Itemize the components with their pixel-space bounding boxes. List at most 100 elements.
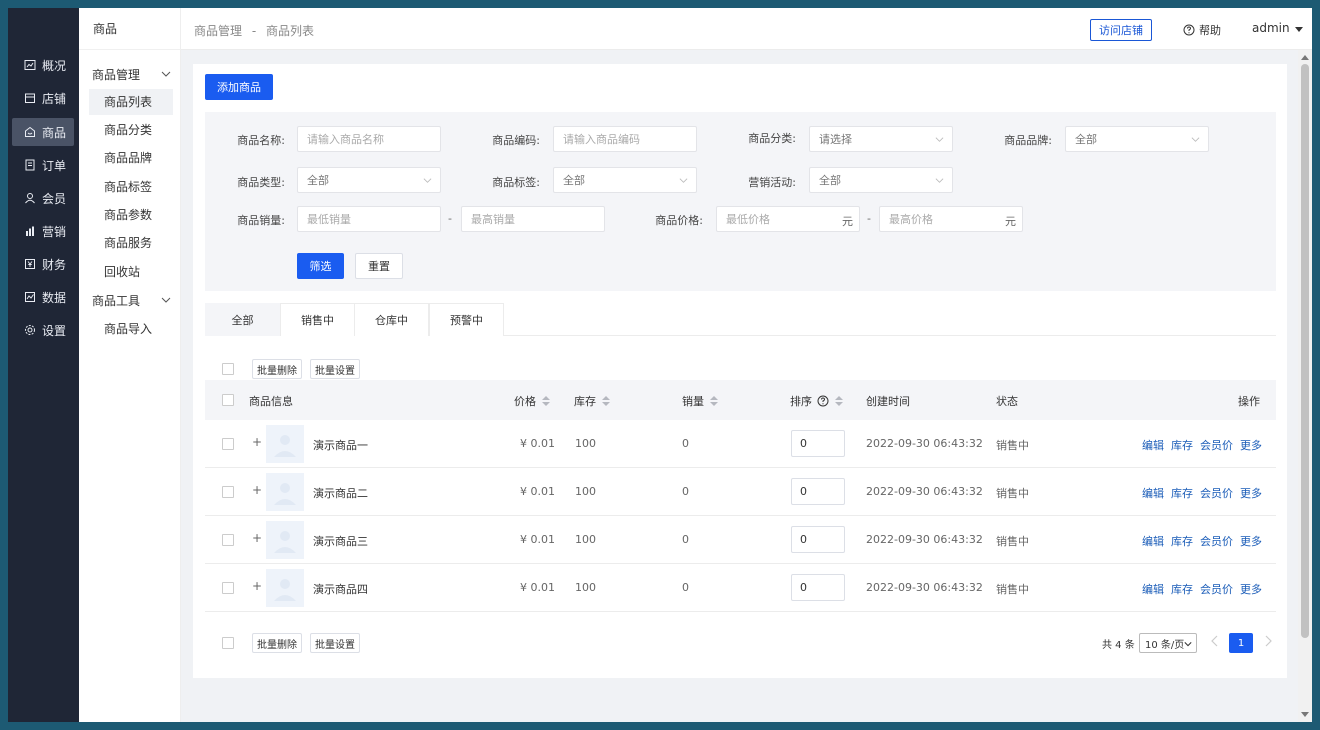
sidebar-item-recycle-bin[interactable]: 回收站 — [89, 259, 173, 285]
batch-settings-button-bottom[interactable]: 批量设置 — [310, 633, 360, 653]
batch-delete-button-bottom[interactable]: 批量删除 — [252, 633, 302, 653]
sort-icon — [710, 396, 718, 406]
nav-item-store[interactable]: 店铺 — [12, 84, 74, 112]
goods-tag-select[interactable]: 全部 — [553, 167, 697, 193]
goods-code-input[interactable]: 请输入商品编码 — [553, 126, 697, 152]
promo-select[interactable]: 全部 — [809, 167, 953, 193]
goods-name[interactable]: 演示商品一 — [313, 437, 368, 453]
expand-icon[interactable]: + — [252, 531, 262, 545]
price-min-input[interactable]: 最低价格 元 — [716, 206, 860, 232]
col-price[interactable]: 价格 — [514, 393, 550, 409]
stock-link[interactable]: 库存 — [1171, 533, 1193, 549]
scroll-down-arrow-icon[interactable] — [1301, 712, 1309, 717]
nav-item-overview[interactable]: 概况 — [12, 51, 74, 79]
nav-item-order[interactable]: 订单 — [12, 151, 74, 179]
sidebar-item-goods-param[interactable]: 商品参数 — [89, 202, 173, 228]
expand-icon[interactable]: + — [252, 435, 262, 449]
select-value: 全部 — [563, 174, 585, 187]
prev-page-button[interactable] — [1210, 635, 1222, 649]
sort-input[interactable]: 0 — [791, 478, 845, 505]
tab-on-sale[interactable]: 销售中 — [280, 303, 355, 336]
page-number-button[interactable]: 1 — [1229, 633, 1253, 653]
goods-name[interactable]: 演示商品四 — [313, 581, 368, 597]
goods-name[interactable]: 演示商品二 — [313, 485, 368, 501]
next-page-button[interactable] — [1263, 635, 1275, 649]
goods-name[interactable]: 演示商品三 — [313, 533, 368, 549]
sidebar-group-goods-tools[interactable]: 商品工具 — [79, 287, 181, 313]
col-stock[interactable]: 库存 — [574, 393, 610, 409]
caret-down-icon — [1294, 26, 1303, 32]
tab-all[interactable]: 全部 — [205, 303, 280, 336]
sidebar-item-goods-list[interactable]: 商品列表 — [89, 89, 173, 115]
goods-category-select[interactable]: 请选择 — [809, 126, 953, 152]
more-link[interactable]: 更多 — [1240, 533, 1262, 549]
sidebar-group-goods-management[interactable]: 商品管理 — [79, 61, 181, 87]
row-checkbox[interactable] — [222, 486, 234, 498]
nav-item-member[interactable]: 会员 — [12, 184, 74, 212]
expand-icon[interactable]: + — [252, 579, 262, 593]
batch-delete-button[interactable]: 批量删除 — [252, 359, 302, 379]
more-link[interactable]: 更多 — [1240, 581, 1262, 597]
row-checkbox[interactable] — [222, 438, 234, 450]
breadcrumb-item[interactable]: 商品管理 — [194, 24, 242, 38]
help-link[interactable]: 帮助 — [1183, 22, 1221, 38]
member-price-link[interactable]: 会员价 — [1200, 581, 1233, 597]
nav-item-finance[interactable]: 财务 — [12, 250, 74, 278]
select-all-checkbox[interactable] — [222, 363, 234, 375]
question-icon[interactable] — [817, 395, 829, 407]
more-link[interactable]: 更多 — [1240, 437, 1262, 453]
more-link[interactable]: 更多 — [1240, 485, 1262, 501]
user-menu[interactable]: admin — [1252, 21, 1303, 35]
goods-type-select[interactable]: 全部 — [297, 167, 441, 193]
col-sales[interactable]: 销量 — [682, 393, 718, 409]
sales-max-input[interactable]: 最高销量 — [461, 206, 605, 232]
scrollbar-thumb[interactable] — [1301, 64, 1309, 638]
member-price-link[interactable]: 会员价 — [1200, 437, 1233, 453]
price-max-input[interactable]: 最高价格 元 — [879, 206, 1023, 232]
expand-icon[interactable]: + — [252, 483, 262, 497]
sidebar-item-goods-import[interactable]: 商品导入 — [89, 316, 173, 342]
filter-button[interactable]: 筛选 — [297, 253, 344, 279]
member-icon — [24, 192, 36, 204]
visit-store-button[interactable]: 访问店铺 — [1090, 19, 1152, 41]
nav-item-marketing[interactable]: 营销 — [12, 217, 74, 245]
sort-input[interactable]: 0 — [791, 574, 845, 601]
edit-link[interactable]: 编辑 — [1142, 533, 1164, 549]
chevron-down-icon — [161, 71, 171, 77]
goods-name-input[interactable]: 请输入商品名称 — [297, 126, 441, 152]
nav-label: 数据 — [42, 290, 67, 305]
sales-min-input[interactable]: 最低销量 — [297, 206, 441, 232]
row-checkbox[interactable] — [222, 582, 234, 594]
row-actions: 编辑 库存 会员价 更多 — [1142, 437, 1269, 453]
sort-input[interactable]: 0 — [791, 430, 845, 457]
nav-item-data[interactable]: 数据 — [12, 283, 74, 311]
select-all-checkbox-bottom[interactable] — [222, 637, 234, 649]
goods-brand-select[interactable]: 全部 — [1065, 126, 1209, 152]
sidebar-item-goods-tag[interactable]: 商品标签 — [89, 174, 173, 200]
stock-link[interactable]: 库存 — [1171, 437, 1193, 453]
batch-settings-button[interactable]: 批量设置 — [310, 359, 360, 379]
edit-link[interactable]: 编辑 — [1142, 581, 1164, 597]
nav-item-settings[interactable]: 设置 — [12, 316, 74, 344]
edit-link[interactable]: 编辑 — [1142, 485, 1164, 501]
sidebar-item-goods-service[interactable]: 商品服务 — [89, 230, 173, 256]
row-checkbox[interactable] — [222, 534, 234, 546]
add-goods-button[interactable]: 添加商品 — [205, 74, 273, 100]
scroll-up-arrow-icon[interactable] — [1301, 55, 1309, 60]
page-size-select[interactable]: 10 条/页 — [1139, 633, 1197, 653]
sidebar-item-goods-category[interactable]: 商品分类 — [89, 117, 173, 143]
member-price-link[interactable]: 会员价 — [1200, 485, 1233, 501]
stock-link[interactable]: 库存 — [1171, 581, 1193, 597]
nav-item-goods[interactable]: 商品 — [12, 118, 74, 146]
col-sort[interactable]: 排序 — [790, 393, 843, 409]
header-checkbox[interactable] — [222, 394, 234, 406]
edit-link[interactable]: 编辑 — [1142, 437, 1164, 453]
sort-input[interactable]: 0 — [791, 526, 845, 553]
reset-button[interactable]: 重置 — [355, 253, 403, 279]
vertical-scrollbar[interactable] — [1298, 50, 1312, 722]
tab-in-warehouse[interactable]: 仓库中 — [354, 303, 429, 336]
sidebar-item-goods-brand[interactable]: 商品品牌 — [89, 145, 173, 171]
stock-link[interactable]: 库存 — [1171, 485, 1193, 501]
tab-warning[interactable]: 预警中 — [429, 303, 504, 336]
member-price-link[interactable]: 会员价 — [1200, 533, 1233, 549]
